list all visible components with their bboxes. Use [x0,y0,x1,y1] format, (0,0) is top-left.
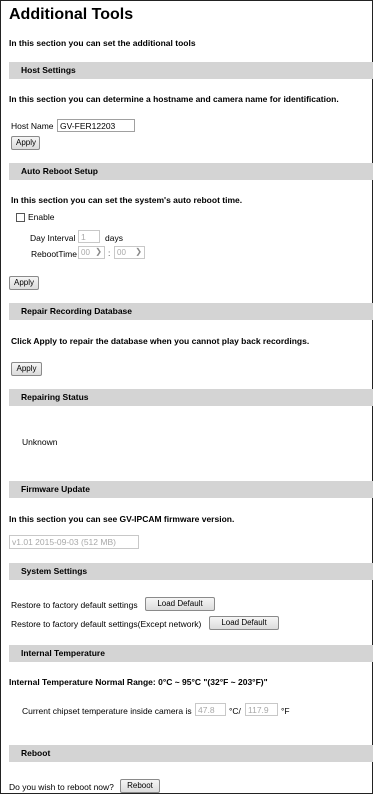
current-temperature-label: Current chipset temperature inside camer… [22,706,192,716]
repairing-status-value: Unknown [22,437,58,447]
system-settings-title: System Settings [21,566,88,576]
day-interval-input[interactable] [78,230,100,243]
temperature-celsius-field [195,703,226,716]
restore-default-label: Restore to factory default settings [11,600,138,610]
reboot-title: Reboot [21,748,51,758]
auto-reboot-apply-button[interactable]: Apply [9,276,39,290]
system-settings-header: System Settings [9,563,373,580]
reboot-hour-value: 00 [81,248,90,257]
reboot-hour-select[interactable]: 00 ❯ [78,246,105,259]
enable-checkbox[interactable] [16,213,25,222]
firmware-version-field [9,535,139,549]
host-name-input[interactable] [57,119,135,132]
restore-default-except-network-label: Restore to factory default settings(Exce… [11,619,202,629]
chevron-down-icon: ❯ [95,247,102,256]
repair-db-header: Repair Recording Database [9,303,373,320]
chevron-down-icon: ❯ [135,247,142,256]
host-settings-desc: In this section you can determine a host… [9,94,339,104]
firmware-update-title: Firmware Update [21,484,90,494]
auto-reboot-title: Auto Reboot Setup [21,166,98,176]
celsius-unit: °C/ [229,706,241,716]
page-intro: In this section you can set the addition… [9,38,196,48]
reboot-minute-value: 00 [117,248,126,257]
day-interval-label: Day Interval [30,233,76,243]
firmware-update-header: Firmware Update [9,481,373,498]
auto-reboot-header: Auto Reboot Setup [9,163,373,180]
temperature-range-text: Internal Temperature Normal Range: 0°C ~… [9,677,268,687]
page-title: Additional Tools [9,6,134,23]
temperature-fahrenheit-field [245,703,278,716]
enable-label: Enable [28,212,55,222]
host-apply-button[interactable]: Apply [11,136,40,150]
time-colon: : [108,248,111,258]
load-default-except-network-button[interactable]: Load Default [209,616,279,630]
days-label: days [105,233,123,243]
internal-temperature-header: Internal Temperature [9,645,373,662]
host-name-label: Host Name [11,121,54,131]
host-settings-header: Host Settings [9,62,373,79]
reboot-header: Reboot [9,745,373,762]
firmware-desc: In this section you can see GV-IPCAM fir… [9,514,235,524]
auto-reboot-desc: In this section you can set the system's… [11,195,243,205]
repairing-status-header: Repairing Status [9,389,373,406]
internal-temperature-title: Internal Temperature [21,648,105,658]
reboot-minute-select[interactable]: 00 ❯ [114,246,145,259]
reboot-question: Do you wish to reboot now? [9,782,114,792]
repairing-status-title: Repairing Status [21,392,89,402]
repair-db-title: Repair Recording Database [21,306,133,316]
fahrenheit-unit: °F [281,706,290,716]
repair-apply-button[interactable]: Apply [11,362,42,376]
reboot-button[interactable]: Reboot [120,779,160,793]
host-settings-title: Host Settings [21,65,76,75]
reboot-time-label: RebootTime [31,249,77,259]
load-default-button[interactable]: Load Default [145,597,215,611]
repair-db-desc: Click Apply to repair the database when … [11,336,310,346]
